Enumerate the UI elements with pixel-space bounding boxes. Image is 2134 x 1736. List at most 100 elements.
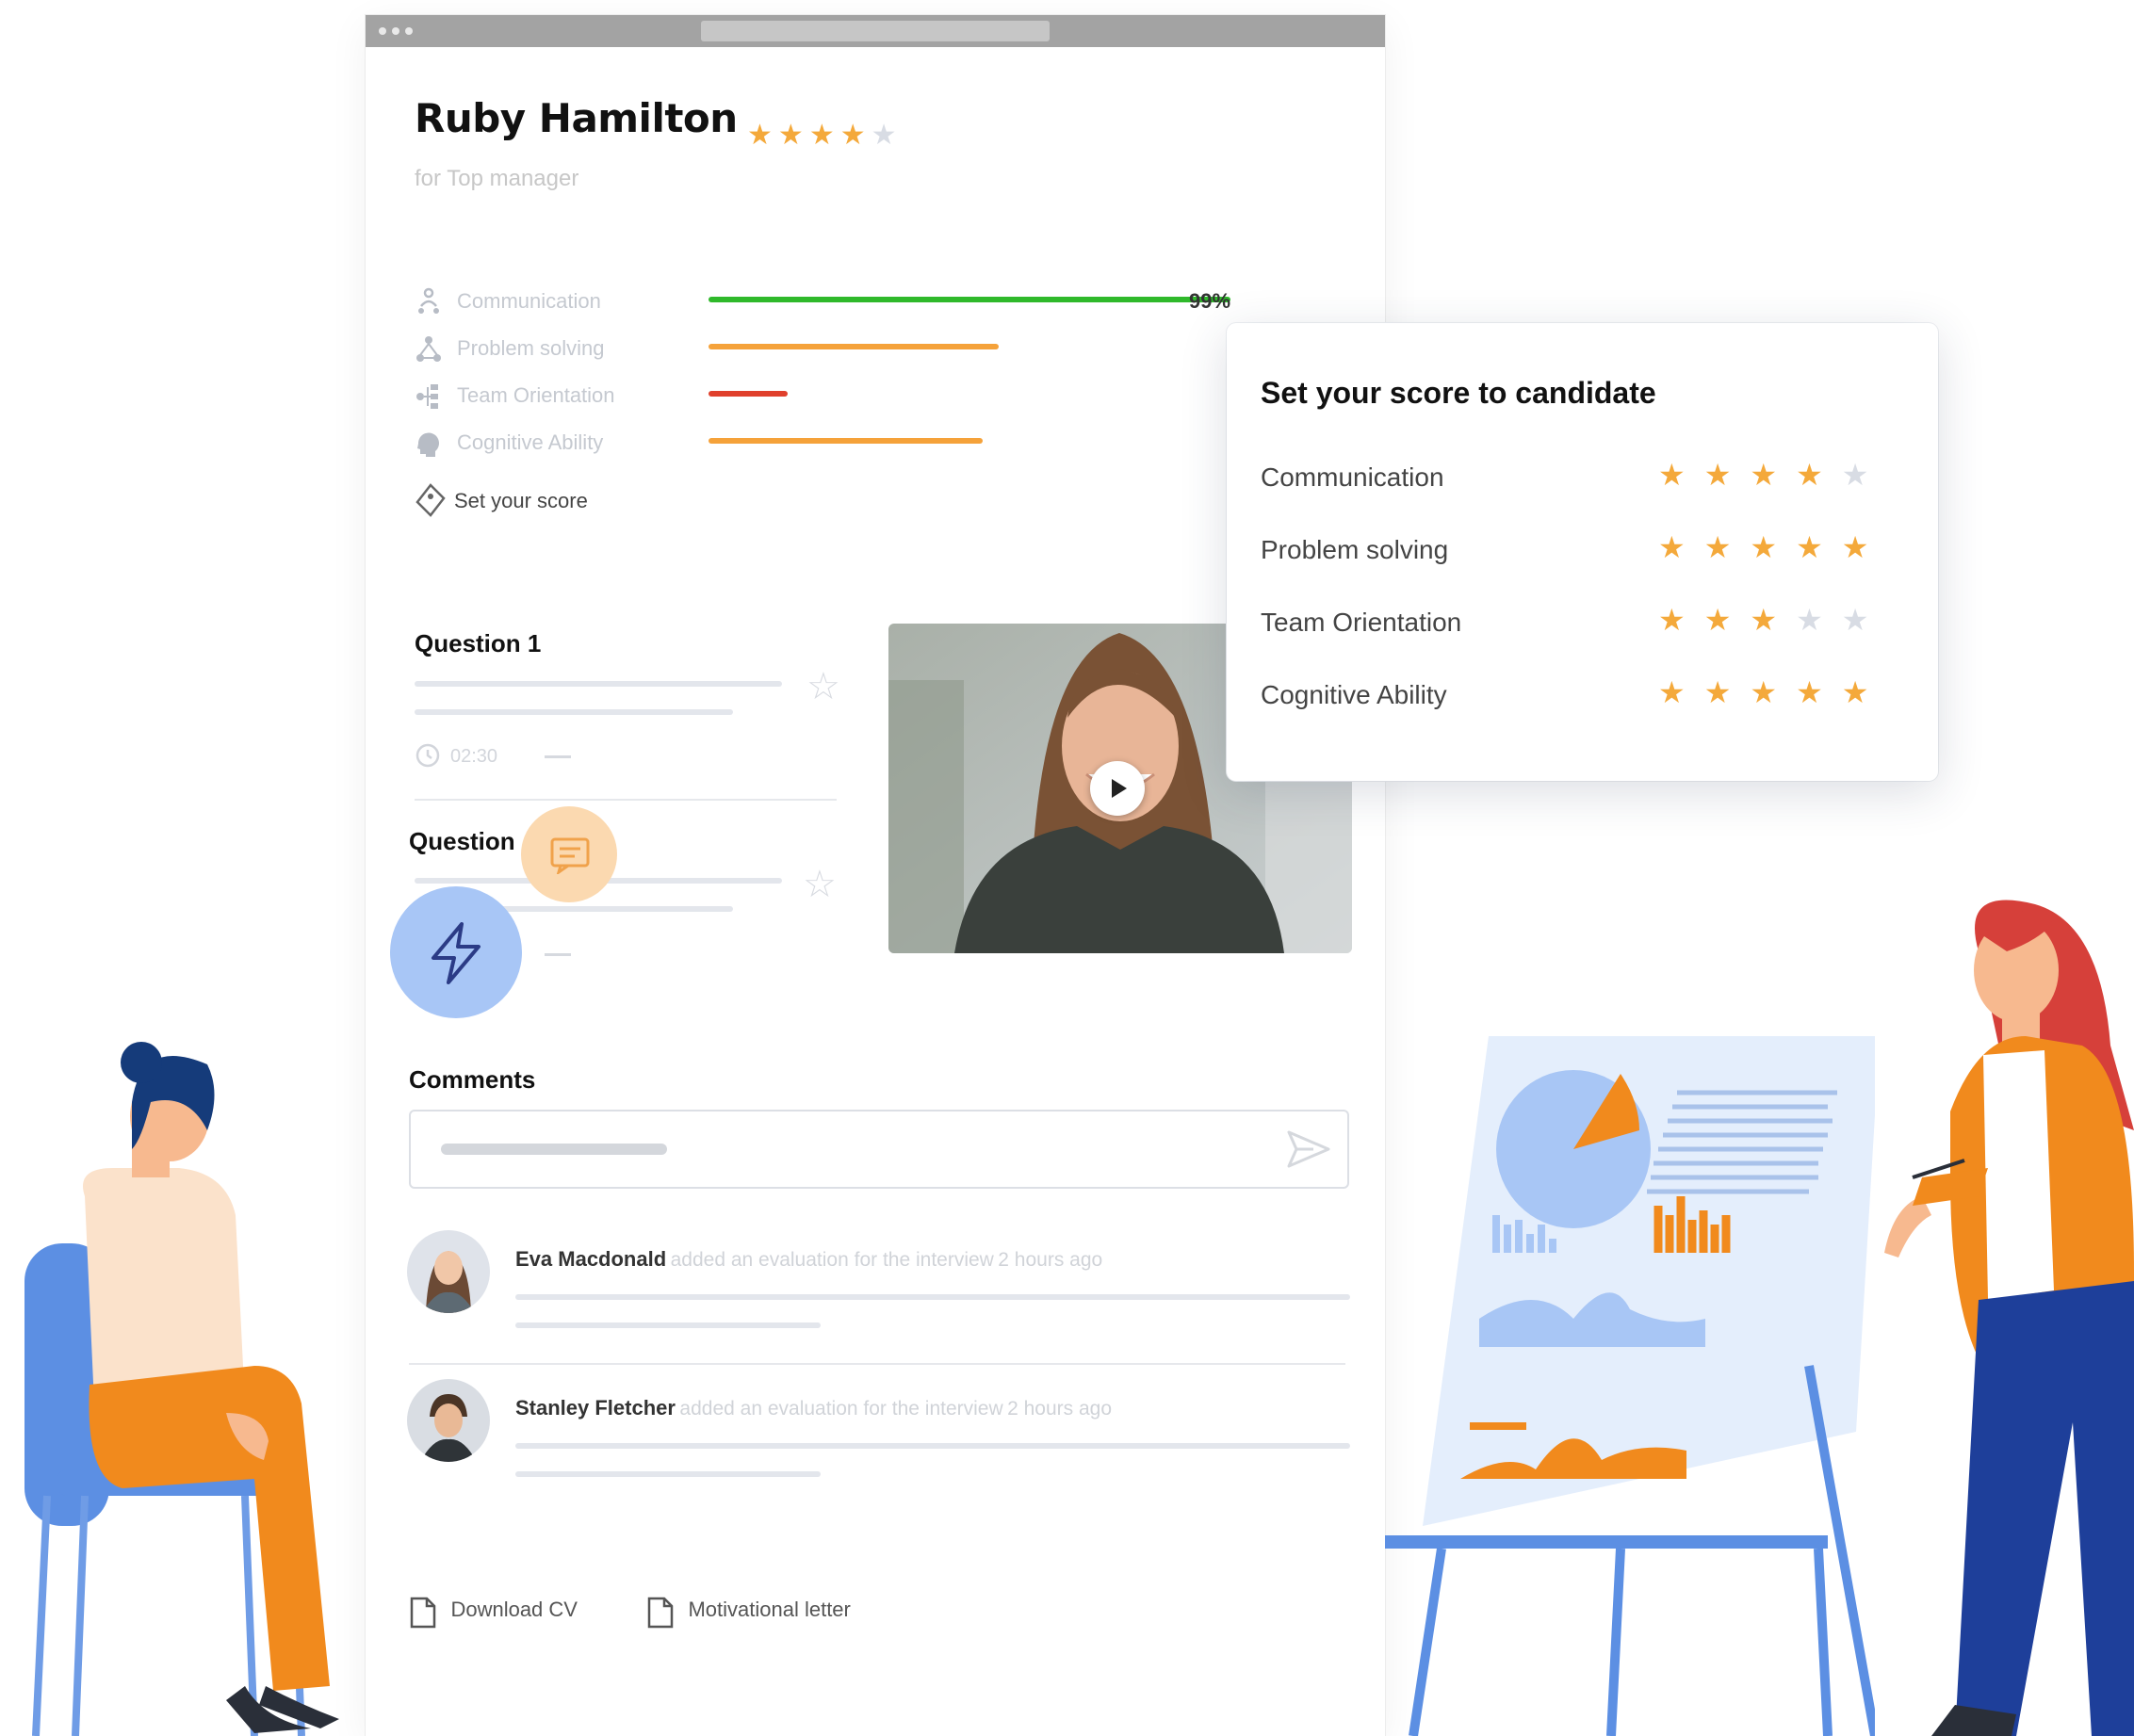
comment-author[interactable]: Stanley Fletcher <box>515 1396 676 1420</box>
skill-bar <box>709 438 983 444</box>
text-line <box>545 953 571 956</box>
window-dot-icon[interactable] <box>379 27 386 35</box>
window-titlebar <box>366 15 1385 47</box>
star-empty-icon[interactable]: ★ <box>872 120 903 151</box>
skill-label: Team Orientation <box>457 383 615 407</box>
score-stars[interactable]: ★★★★★ <box>1658 602 1887 638</box>
play-button[interactable] <box>1090 761 1145 816</box>
text-line <box>515 1443 1350 1449</box>
score-label: Team Orientation <box>1261 608 1462 637</box>
divider <box>415 799 837 801</box>
star-filled-icon[interactable]: ★ <box>1750 603 1796 637</box>
text-line <box>515 1294 1350 1300</box>
star-filled-icon[interactable]: ★ <box>1796 458 1842 492</box>
hierarchy-icon <box>415 381 443 410</box>
score-stars[interactable]: ★★★★★ <box>1658 674 1887 710</box>
score-label: Cognitive Ability <box>1261 680 1447 709</box>
star-filled-icon[interactable]: ★ <box>1704 675 1751 709</box>
star-outline-icon[interactable]: ☆ <box>806 665 840 708</box>
window-dot-icon[interactable] <box>392 27 399 35</box>
star-filled-icon[interactable]: ★ <box>1658 458 1704 492</box>
star-filled-icon[interactable]: ★ <box>1750 530 1796 564</box>
text-line <box>415 709 733 715</box>
skill-row: Team Orientation <box>415 376 1338 414</box>
clock-icon <box>415 742 441 773</box>
skill-row: Communication 99% <box>415 282 1338 319</box>
seated-woman-illustration <box>24 1042 339 1736</box>
skill-row: Cognitive Ability <box>415 423 1338 461</box>
send-icon[interactable] <box>1285 1128 1332 1175</box>
score-label: Communication <box>1261 462 1444 492</box>
download-cv-button[interactable]: Download CV <box>409 1596 578 1630</box>
candidate-subtitle: for Top manager <box>415 166 579 191</box>
set-score-label: Set your score <box>454 489 588 512</box>
question-title: Question 1 <box>415 629 542 657</box>
skill-label: Communication <box>457 289 601 313</box>
people-icon <box>415 287 443 316</box>
divider <box>409 1363 1345 1365</box>
lightning-button[interactable] <box>390 886 522 1018</box>
score-stars[interactable]: ★★★★★ <box>1658 529 1887 565</box>
star-filled-icon[interactable]: ★ <box>1750 675 1796 709</box>
comment-header: Stanley Fletcher added an evaluation for… <box>515 1396 1112 1420</box>
skill-bar <box>709 391 788 397</box>
star-filled-icon[interactable]: ★ <box>1658 675 1704 709</box>
skill-bar <box>709 344 999 349</box>
star-outline-icon[interactable]: ☆ <box>803 863 837 906</box>
star-filled-icon[interactable]: ★ <box>1842 675 1888 709</box>
star-filled-icon[interactable]: ★ <box>1842 530 1888 564</box>
motivational-letter-button[interactable]: Motivational letter <box>646 1596 851 1630</box>
comment-header: Eva Macdonald added an evaluation for th… <box>515 1247 1102 1272</box>
star-filled-icon[interactable]: ★ <box>809 120 840 151</box>
tag-icon <box>415 483 447 524</box>
text-line <box>545 755 571 758</box>
candidate-name: Ruby Hamilton <box>415 95 738 141</box>
chat-bubble-button[interactable] <box>521 806 617 902</box>
comment-text: added an evaluation for the interview <box>670 1249 994 1271</box>
star-filled-icon[interactable]: ★ <box>1658 603 1704 637</box>
skill-percent: 99% <box>1189 289 1231 313</box>
download-cv-label: Download CV <box>450 1598 578 1622</box>
network-icon <box>415 334 443 363</box>
candidate-rating: ★★★★★ <box>747 119 903 152</box>
text-line <box>415 681 782 687</box>
star-empty-icon[interactable]: ★ <box>1842 603 1888 637</box>
skill-bar <box>709 297 1230 302</box>
skill-label: Problem solving <box>457 336 605 360</box>
star-filled-icon[interactable]: ★ <box>840 120 872 151</box>
star-filled-icon[interactable]: ★ <box>1704 458 1751 492</box>
question-title: Question <box>409 827 515 855</box>
score-stars[interactable]: ★★★★★ <box>1658 457 1887 493</box>
brain-icon <box>415 429 443 457</box>
star-empty-icon[interactable]: ★ <box>1796 603 1842 637</box>
comment-input[interactable] <box>409 1110 1349 1189</box>
star-filled-icon[interactable]: ★ <box>1796 530 1842 564</box>
question-time: 02:30 <box>450 746 498 767</box>
skill-row: Problem solving <box>415 329 1338 366</box>
text-line <box>515 1322 821 1328</box>
star-filled-icon[interactable]: ★ <box>747 120 778 151</box>
motivational-letter-label: Motivational letter <box>688 1598 851 1622</box>
play-icon <box>1112 779 1127 798</box>
star-filled-icon[interactable]: ★ <box>778 120 809 151</box>
skill-label: Cognitive Ability <box>457 430 604 454</box>
input-placeholder-bar <box>441 1144 667 1155</box>
comment-time: 2 hours ago <box>1007 1398 1113 1420</box>
score-label: Problem solving <box>1261 535 1449 564</box>
comment-time: 2 hours ago <box>998 1249 1103 1271</box>
text-line <box>515 1471 821 1477</box>
comment-author[interactable]: Eva Macdonald <box>515 1247 666 1271</box>
score-panel: Set your score to candidate Communicatio… <box>1227 323 1938 781</box>
comment-text: added an evaluation for the interview <box>679 1398 1003 1420</box>
star-empty-icon[interactable]: ★ <box>1842 458 1888 492</box>
document-icon <box>647 1597 674 1629</box>
presenting-woman-illustration <box>1884 900 2134 1736</box>
star-filled-icon[interactable]: ★ <box>1704 603 1751 637</box>
window-dot-icon[interactable] <box>405 27 413 35</box>
score-panel-title: Set your score to candidate <box>1261 376 1656 410</box>
address-bar[interactable] <box>701 21 1050 41</box>
star-filled-icon[interactable]: ★ <box>1796 675 1842 709</box>
star-filled-icon[interactable]: ★ <box>1750 458 1796 492</box>
star-filled-icon[interactable]: ★ <box>1704 530 1751 564</box>
star-filled-icon[interactable]: ★ <box>1658 530 1704 564</box>
